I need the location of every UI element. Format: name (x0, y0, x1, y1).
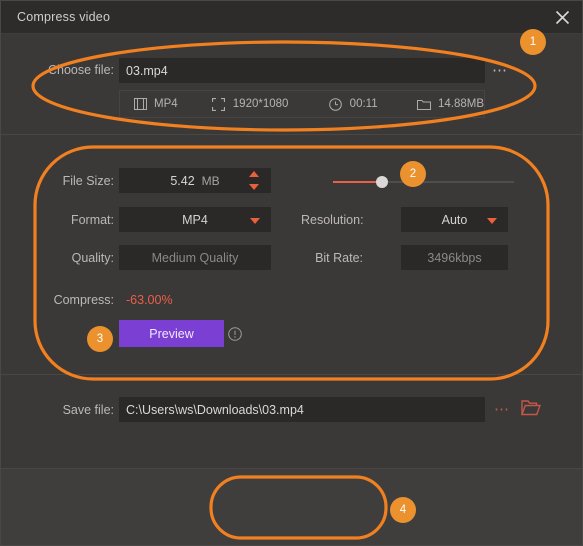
close-icon (548, 10, 576, 25)
resolution-select[interactable]: Auto (401, 207, 508, 232)
divider-top (1, 134, 582, 135)
file-size-value: 5.42 (170, 173, 195, 188)
clock-icon (329, 97, 343, 111)
file-size-label: File Size: (62, 174, 114, 188)
quality-value: Medium Quality (151, 250, 239, 265)
file-info-size-value: 14.88MB (437, 98, 485, 110)
divider-middle (1, 374, 582, 375)
ellipsis-icon: ⋯ (492, 62, 508, 79)
choose-file-browse-button[interactable]: ⋯ (487, 58, 513, 83)
stepper-down-icon[interactable] (249, 184, 259, 190)
compress-video-dialog: Compress video Choose file: 03.mp4 ⋯ MP4… (0, 0, 583, 546)
title-bar: Compress video (1, 1, 582, 34)
chevron-down-icon (487, 218, 497, 224)
file-info-resolution: 1920*1080 (212, 97, 315, 111)
format-label: Format: (70, 213, 114, 227)
quality-slider[interactable] (333, 176, 514, 188)
choose-file-label: Choose file: (47, 63, 114, 77)
file-info-format: MP4 (133, 97, 198, 111)
quality-label: Quality: (71, 251, 114, 265)
bit-rate-label: Bit Rate: (315, 251, 363, 265)
save-file-input[interactable]: C:\Users\ws\Downloads\03.mp4 (119, 397, 485, 422)
resize-icon (212, 97, 226, 111)
slider-thumb[interactable] (375, 176, 388, 188)
resolution-value: Auto (441, 212, 468, 227)
preview-button[interactable]: Preview (119, 320, 224, 347)
file-size-input[interactable]: 5.42 MB (119, 168, 271, 193)
choose-file-input[interactable]: 03.mp4 (119, 58, 485, 83)
window-title: Compress video (17, 10, 111, 24)
close-button[interactable] (548, 4, 576, 32)
file-info-duration-value: 00:11 (349, 98, 378, 110)
format-select[interactable]: MP4 (119, 207, 271, 232)
save-file-label: Save file: (62, 403, 114, 417)
compress-ratio-value: -63.00% (126, 293, 173, 307)
slider-fill (333, 181, 382, 183)
open-folder-button[interactable] (520, 399, 543, 420)
file-size-stepper[interactable] (247, 171, 261, 190)
annotation-badge-3: 3 (87, 326, 113, 352)
file-info-resolution-value: 1920*1080 (232, 98, 289, 110)
resolution-label: Resolution: (301, 213, 364, 227)
file-size-unit: MB (201, 173, 220, 188)
bit-rate-value: 3496kbps (427, 250, 482, 265)
folder-icon (416, 97, 431, 111)
save-file-value: C:\Users\ws\Downloads\03.mp4 (126, 402, 304, 417)
info-circle-icon[interactable] (228, 327, 242, 341)
choose-file-value: 03.mp4 (126, 63, 168, 78)
stepper-up-icon[interactable] (249, 171, 259, 177)
file-info-format-value: MP4 (154, 98, 178, 110)
format-value: MP4 (182, 212, 208, 227)
file-info-duration: 00:11 (329, 97, 403, 111)
ellipsis-icon: ⋯ (494, 401, 510, 418)
compress-ratio-label: Compress: (53, 293, 114, 307)
bottom-bar: Compress (1, 469, 582, 545)
quality-value-box: Medium Quality (119, 245, 271, 270)
file-info-size: 14.88MB (416, 97, 485, 111)
file-info-bar: MP4 1920*1080 00:11 14.88MB (119, 90, 485, 118)
film-icon (133, 97, 147, 111)
open-folder-icon (520, 400, 542, 420)
save-file-browse-button[interactable]: ⋯ (490, 397, 514, 422)
chevron-down-icon (250, 218, 260, 224)
bit-rate-value-box: 3496kbps (401, 245, 508, 270)
